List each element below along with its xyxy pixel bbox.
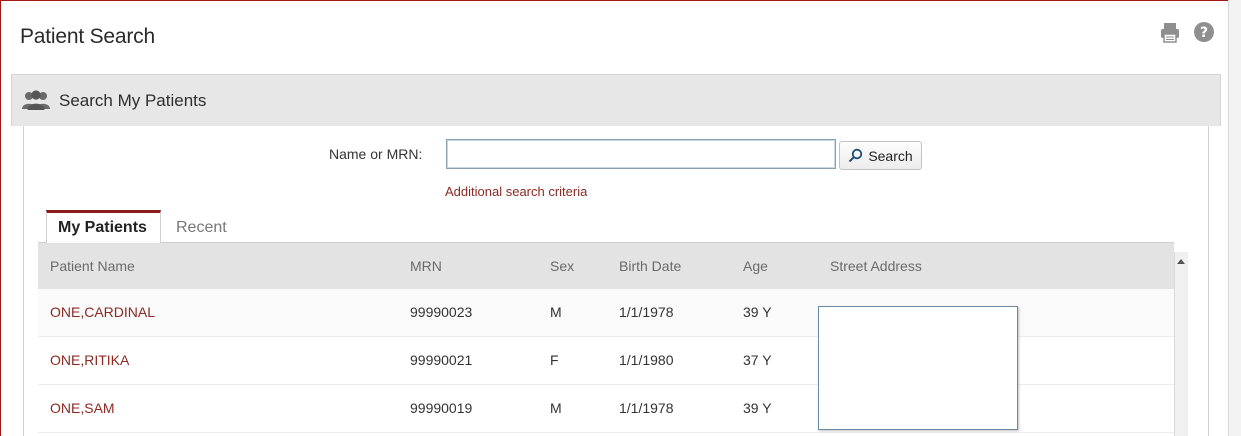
tab-recent[interactable]: Recent <box>176 219 227 237</box>
sex-cell: M <box>550 400 562 416</box>
tab-my-patients-label: My Patients <box>58 219 147 236</box>
search-button[interactable]: Search <box>839 141 922 170</box>
page-title: Patient Search <box>20 25 155 48</box>
patient-tabs: My Patients Recent <box>46 210 1186 243</box>
patient-name-link[interactable]: ONE,SAM <box>50 400 115 416</box>
age-cell: 39 Y <box>743 400 772 416</box>
patient-name-link[interactable]: ONE,RITIKA <box>50 352 129 368</box>
print-icon[interactable] <box>1159 21 1181 43</box>
search-button-label: Search <box>868 147 913 164</box>
column-header-mrn[interactable]: MRN <box>410 258 442 274</box>
search-panel: Name or MRN: Search Additional search cr… <box>23 126 1209 436</box>
sex-cell: F <box>550 352 559 368</box>
mrn-cell: 99990021 <box>410 352 473 368</box>
mrn-cell: 99990023 <box>410 304 473 320</box>
header-icons: ? <box>1159 21 1215 43</box>
sex-cell: M <box>550 304 562 320</box>
age-cell: 37 Y <box>743 352 772 368</box>
table-scrollbar[interactable] <box>1174 252 1188 436</box>
additional-search-criteria-link[interactable]: Additional search criteria <box>445 184 587 199</box>
page-header: Patient Search ? <box>1 1 1227 71</box>
column-header-street-address[interactable]: Street Address <box>830 258 922 274</box>
section-title: Search My Patients <box>59 91 207 110</box>
search-label: Name or MRN: <box>329 146 423 162</box>
help-icon[interactable]: ? <box>1193 21 1215 43</box>
search-my-patients-section[interactable]: Search My Patients <box>11 74 1221 126</box>
group-icon <box>21 89 51 116</box>
age-cell: 39 Y <box>743 304 772 320</box>
street-address-popup <box>818 306 1018 430</box>
birth-date-cell: 1/1/1980 <box>619 352 674 368</box>
column-header-patient-name[interactable]: Patient Name <box>50 258 135 274</box>
column-header-age[interactable]: Age <box>743 258 768 274</box>
table-header: Patient Name MRN Sex Birth Date Age Stre… <box>38 243 1174 289</box>
mrn-cell: 99990019 <box>410 400 473 416</box>
scroll-up-arrow-icon[interactable] <box>1177 259 1185 264</box>
birth-date-cell: 1/1/1978 <box>619 304 674 320</box>
column-header-birth-date[interactable]: Birth Date <box>619 258 681 274</box>
search-icon <box>849 148 863 163</box>
name-or-mrn-input[interactable] <box>446 139 836 169</box>
svg-text:?: ? <box>1200 25 1208 41</box>
tab-my-patients[interactable]: My Patients <box>46 210 161 243</box>
birth-date-cell: 1/1/1978 <box>619 400 674 416</box>
patient-name-link[interactable]: ONE,CARDINAL <box>50 304 155 320</box>
column-header-sex[interactable]: Sex <box>550 258 574 274</box>
window-gutter <box>1228 0 1241 436</box>
